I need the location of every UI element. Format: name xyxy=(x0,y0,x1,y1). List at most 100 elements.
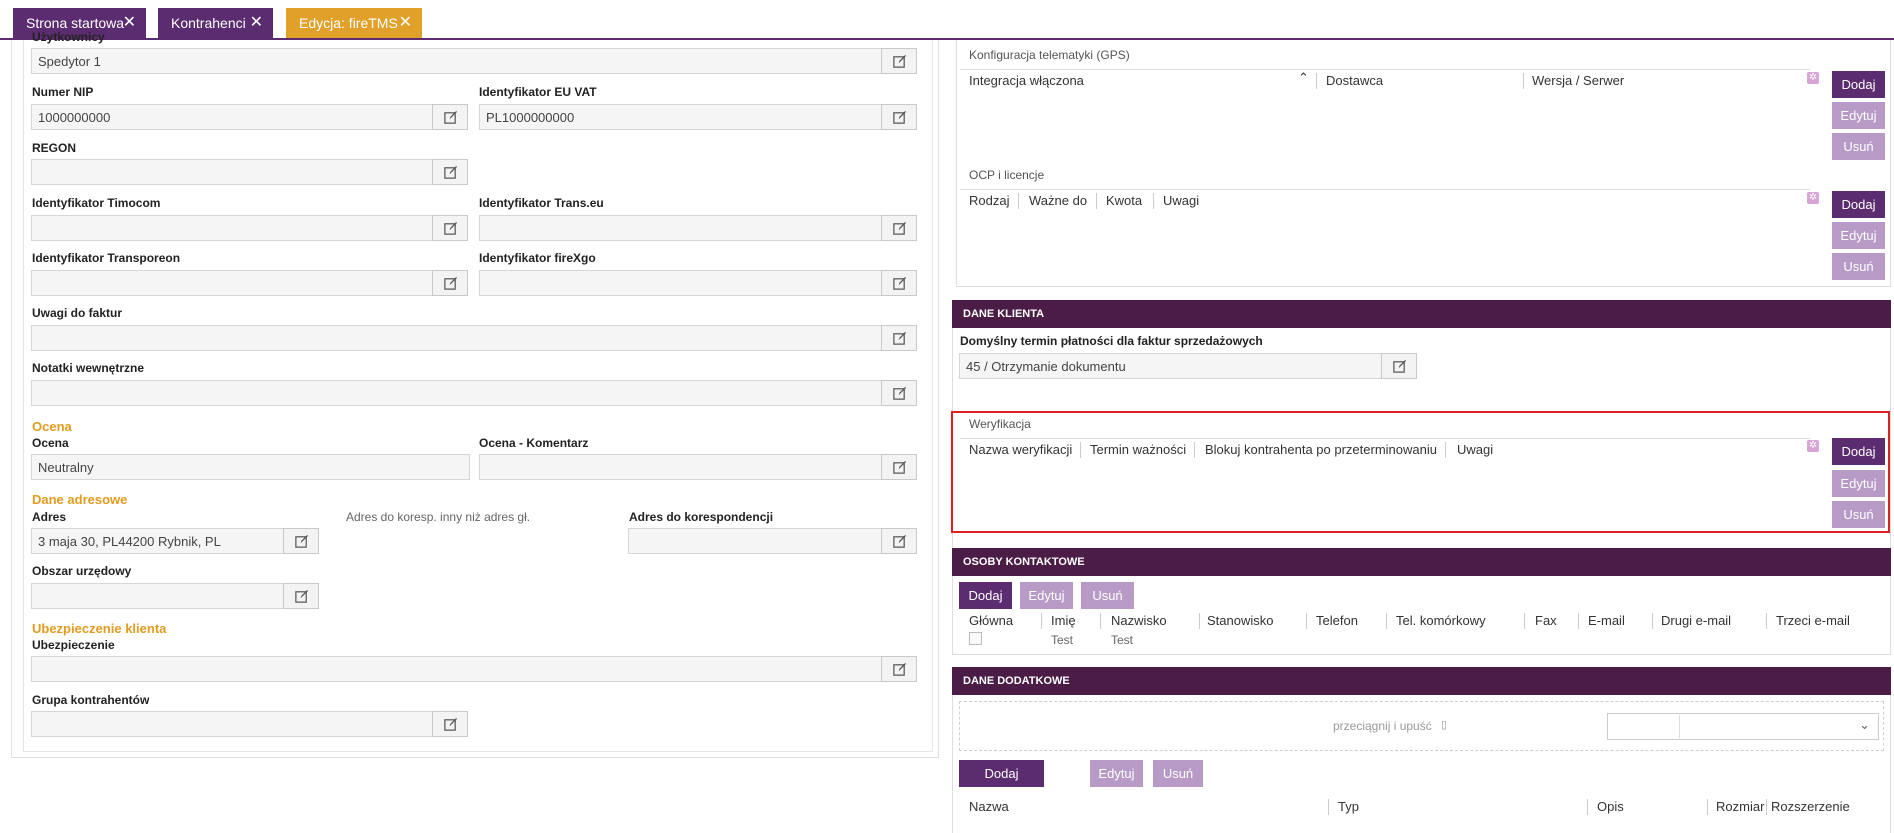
documents-edit-button[interactable]: Edytuj xyxy=(1090,760,1143,787)
internal-notes-field[interactable] xyxy=(31,380,883,406)
file-icon: ▯ xyxy=(1441,719,1448,731)
ocp-col-valid-until[interactable]: Ważne do xyxy=(1029,193,1087,208)
contacts-col-email2[interactable]: Drugi e-mail xyxy=(1661,613,1731,628)
rating-comment-field[interactable] xyxy=(479,454,883,480)
verification-add-button[interactable]: Dodaj xyxy=(1832,438,1885,465)
contacts-col-email[interactable]: E-mail xyxy=(1588,613,1625,628)
edit-users-button[interactable] xyxy=(881,48,917,74)
edit-office-area-button[interactable] xyxy=(283,583,319,609)
users-field[interactable]: Spedytor 1 xyxy=(31,48,883,74)
euvat-field[interactable]: PL1000000000 xyxy=(479,104,883,130)
payment-term-field[interactable]: 45 / Otrzymanie dokumentu xyxy=(959,353,1383,379)
transporeon-field[interactable] xyxy=(31,270,434,296)
gear-icon[interactable]: ✲ xyxy=(1807,72,1819,84)
gps-edit-button[interactable]: Edytuj xyxy=(1832,102,1885,129)
documents-col-extension[interactable]: Rozszerzenie xyxy=(1771,799,1850,814)
contacts-col-main[interactable]: Główna xyxy=(969,613,1013,628)
edit-transeu-button[interactable] xyxy=(881,215,917,241)
gps-add-button[interactable]: Dodaj xyxy=(1832,71,1885,98)
contacts-add-button[interactable]: Dodaj xyxy=(959,582,1012,609)
correspondence-field[interactable] xyxy=(628,528,883,554)
edit-icon xyxy=(892,54,906,68)
contacts-col-phone[interactable]: Telefon xyxy=(1316,613,1358,628)
contacts-row-main-checkbox[interactable] xyxy=(969,632,982,645)
address-field[interactable]: 3 maja 30, PL44200 Rybnik, PL xyxy=(31,528,285,554)
other-correspondence-address-note[interactable]: Adres do koresp. inny niż adres gł. xyxy=(346,510,530,524)
edit-nip-button[interactable] xyxy=(432,104,468,130)
tab-contractors[interactable]: Kontrahenci ✕ xyxy=(158,8,273,38)
contacts-col-first-name[interactable]: Imię xyxy=(1051,613,1076,628)
edit-icon xyxy=(892,221,906,235)
edit-address-button[interactable] xyxy=(283,528,319,554)
column-separator xyxy=(1306,613,1307,629)
edit-contractor-group-button[interactable] xyxy=(432,711,468,737)
contacts-row-last-name[interactable]: Test xyxy=(1111,633,1133,647)
column-separator xyxy=(1100,613,1101,629)
edit-icon xyxy=(443,276,457,290)
edit-internal-notes-button[interactable] xyxy=(881,380,917,406)
office-area-field[interactable] xyxy=(31,583,285,609)
gps-col-version[interactable]: Wersja / Serwer xyxy=(1532,73,1624,88)
edit-correspondence-button[interactable] xyxy=(881,528,917,554)
nip-field[interactable]: 1000000000 xyxy=(31,104,434,130)
verification-col-name[interactable]: Nazwa weryfikacji xyxy=(969,442,1072,457)
documents-col-size[interactable]: Rozmiar xyxy=(1716,799,1764,814)
close-icon[interactable]: ✕ xyxy=(123,8,136,38)
contacts-remove-button[interactable]: Usuń xyxy=(1081,582,1134,609)
contacts-row-first-name[interactable]: Test xyxy=(1051,633,1073,647)
edit-rating-comment-button[interactable] xyxy=(881,454,917,480)
documents-col-type[interactable]: Typ xyxy=(1338,799,1359,814)
edit-regon-button[interactable] xyxy=(432,159,468,185)
rating-label: Ocena xyxy=(32,436,69,450)
close-icon[interactable]: ✕ xyxy=(399,8,412,38)
contacts-col-fax[interactable]: Fax xyxy=(1535,613,1557,628)
ocp-remove-button[interactable]: Usuń xyxy=(1832,253,1885,280)
verification-col-expiry[interactable]: Termin ważności xyxy=(1090,442,1186,457)
edit-payment-term-button[interactable] xyxy=(1381,353,1417,379)
ocp-col-amount[interactable]: Kwota xyxy=(1106,193,1142,208)
ocp-edit-button[interactable]: Edytuj xyxy=(1832,222,1885,249)
documents-remove-button[interactable]: Usuń xyxy=(1153,760,1203,787)
regon-field[interactable] xyxy=(31,159,434,185)
verification-col-block[interactable]: Blokuj kontrahenta po przeterminowaniu xyxy=(1205,442,1437,457)
edit-firexgo-button[interactable] xyxy=(881,270,917,296)
close-icon[interactable]: ✕ xyxy=(250,8,263,38)
sort-asc-icon[interactable]: ⌃ xyxy=(1298,70,1309,86)
gear-icon[interactable]: ✲ xyxy=(1807,192,1819,204)
add-documents-button[interactable]: Dodaj dokumenty xyxy=(959,760,1044,808)
column-separator xyxy=(1199,613,1200,629)
contacts-col-last-name[interactable]: Nazwisko xyxy=(1111,613,1167,628)
contractor-group-field[interactable] xyxy=(31,711,434,737)
column-separator xyxy=(1096,193,1097,209)
gps-col-integration[interactable]: Integracja włączona xyxy=(969,73,1084,88)
ocp-col-notes[interactable]: Uwagi xyxy=(1163,193,1199,208)
timocom-field[interactable] xyxy=(31,215,434,241)
invoice-notes-field[interactable] xyxy=(31,325,883,351)
edit-euvat-button[interactable] xyxy=(881,104,917,130)
contacts-col-mobile[interactable]: Tel. komórkowy xyxy=(1396,613,1486,628)
documents-col-name[interactable]: Nazwa xyxy=(969,799,1009,814)
insurance-field[interactable] xyxy=(31,656,883,682)
contacts-col-position[interactable]: Stanowisko xyxy=(1207,613,1273,628)
edit-timocom-button[interactable] xyxy=(432,215,468,241)
firexgo-field[interactable] xyxy=(479,270,883,296)
verification-col-notes[interactable]: Uwagi xyxy=(1457,442,1493,457)
gps-remove-button[interactable]: Usuń xyxy=(1832,133,1885,160)
transeu-field[interactable] xyxy=(479,215,883,241)
edit-icon xyxy=(892,276,906,290)
edit-invoice-notes-button[interactable] xyxy=(881,325,917,351)
documents-col-description[interactable]: Opis xyxy=(1597,799,1624,814)
chevron-down-icon: ⌄ xyxy=(1859,717,1870,732)
contacts-col-email3[interactable]: Trzeci e-mail xyxy=(1776,613,1850,628)
gear-icon[interactable]: ✲ xyxy=(1807,440,1819,452)
rating-field[interactable]: Neutralny xyxy=(31,454,470,480)
edit-transporeon-button[interactable] xyxy=(432,270,468,296)
edit-insurance-button[interactable] xyxy=(881,656,917,682)
contacts-edit-button[interactable]: Edytuj xyxy=(1020,582,1073,609)
tab-edit-firetms[interactable]: Edycja: fireTMS ✕ xyxy=(286,8,422,38)
ocp-add-button[interactable]: Dodaj xyxy=(1832,191,1885,218)
ocp-col-type[interactable]: Rodzaj xyxy=(969,193,1009,208)
verification-edit-button[interactable]: Edytuj xyxy=(1832,470,1885,497)
verification-remove-button[interactable]: Usuń xyxy=(1832,501,1885,528)
gps-col-provider[interactable]: Dostawca xyxy=(1326,73,1383,88)
